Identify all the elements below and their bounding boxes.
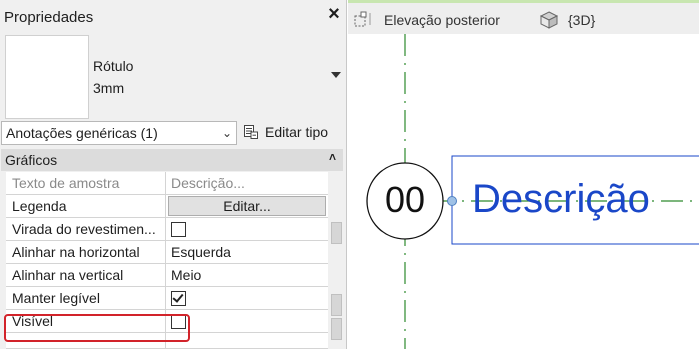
category-filter-value: Anotações genéricas (1) (6, 125, 158, 141)
property-row-vertical-align: Alinhar na vertical Meio (6, 264, 328, 287)
property-name: Alinhar na horizontal (6, 241, 166, 263)
edit-type-label: Editar tipo (265, 124, 329, 140)
tab-3d[interactable]: {3D} (568, 12, 595, 28)
properties-panel: Propriedades × Rótulo 3mm Anotações gené… (0, 0, 347, 349)
drawing-canvas[interactable]: 00 Descrição (348, 34, 699, 349)
scrollbar-thumb[interactable] (331, 318, 342, 340)
property-row-legend: Legenda Editar... (6, 195, 328, 218)
type-name[interactable]: 3mm (93, 80, 124, 96)
chevron-down-icon: ⌄ (222, 126, 233, 140)
property-name: Manter legível (6, 287, 166, 309)
keep-readable-checkbox[interactable] (171, 291, 186, 306)
3d-view-icon (539, 11, 559, 29)
edit-type-icon (244, 125, 258, 139)
group-header-graphics[interactable]: Gráficos ˄ (1, 149, 343, 171)
group-label: Gráficos (5, 152, 58, 168)
collapse-icon[interactable]: ˄ (329, 150, 336, 164)
property-name: Alinhar na vertical (6, 264, 166, 286)
property-row-keep-readable: Manter legível (6, 287, 328, 310)
property-row-horizontal-align: Alinhar na horizontal Esquerda (6, 241, 328, 264)
close-icon[interactable]: × (325, 3, 343, 26)
properties-scrollbar[interactable] (330, 172, 343, 349)
property-row-sample-text: Texto de amostra Descrição... (6, 172, 328, 195)
type-selector-dropdown-icon[interactable] (331, 72, 341, 78)
property-row-flip: Virada do revestimen... (6, 218, 328, 241)
visible-row-highlight (4, 314, 190, 342)
scrollbar-segment (331, 222, 342, 244)
edit-type-button[interactable]: Editar tipo (244, 121, 344, 145)
grid-bubble-number: 00 (384, 179, 426, 220)
property-name: Legenda (6, 195, 166, 217)
properties-title: Propriedades (4, 9, 94, 26)
elevation-view-icon (354, 11, 371, 27)
tab-rear-elevation[interactable]: Elevação posterior (384, 12, 500, 28)
flip-checkbox[interactable] (171, 222, 186, 237)
property-name: Texto de amostra (6, 172, 166, 194)
property-name: Virada do revestimen... (6, 218, 166, 240)
edit-legend-button[interactable]: Editar... (168, 196, 326, 216)
type-preview-thumbnail (5, 35, 89, 119)
property-value: Descrição... (171, 175, 245, 191)
type-family-name[interactable]: Rótulo (93, 58, 133, 74)
vertical-align-value[interactable]: Meio (167, 264, 328, 286)
tag-grip-handle (447, 196, 457, 206)
view-tab-bar: Elevação posterior {3D} (348, 0, 699, 34)
horizontal-align-value[interactable]: Esquerda (167, 241, 328, 263)
tag-label-text[interactable]: Descrição (472, 177, 650, 222)
category-filter-select[interactable]: Anotações genéricas (1) ⌄ (1, 121, 237, 145)
scrollbar-segment (331, 294, 342, 316)
